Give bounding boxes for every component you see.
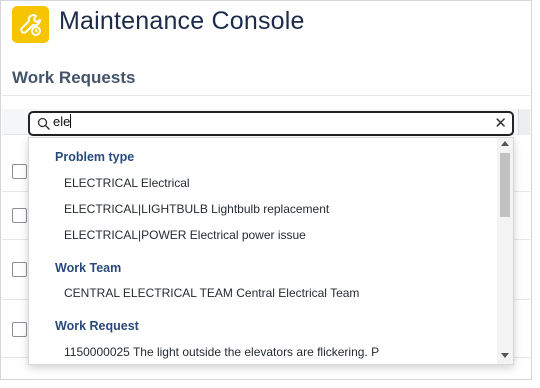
search-icon	[37, 117, 50, 130]
page-title: Work Requests	[12, 68, 136, 87]
header-divider	[2, 95, 530, 96]
group-heading-problem-type: Problem type	[55, 150, 135, 164]
search-suggestions-dropdown: Problem type ELECTRICAL Electrical ELECT…	[28, 137, 514, 365]
group-heading-work-request: Work Request	[55, 319, 139, 333]
row-checkbox[interactable]	[12, 262, 27, 277]
suggestion-item[interactable]: CENTRAL ELECTRICAL TEAM Central Electric…	[64, 286, 359, 300]
select-all-checkbox[interactable]	[12, 164, 27, 179]
row-checkbox[interactable]	[12, 208, 27, 223]
app-title: Maintenance Console	[59, 7, 305, 35]
scroll-down-arrow-icon[interactable]	[501, 353, 509, 358]
app-window: Maintenance Console Work Requests ele ✕ …	[0, 0, 532, 380]
suggestion-item[interactable]: ELECTRICAL|POWER Electrical power issue	[64, 228, 306, 242]
text-caret	[70, 114, 72, 128]
scroll-up-arrow-icon[interactable]	[501, 141, 509, 146]
group-heading-work-team: Work Team	[55, 261, 122, 275]
row-checkbox[interactable]	[12, 322, 27, 337]
suggestion-item[interactable]: 1150000025 The light outside the elevato…	[64, 345, 379, 359]
scrollbar-thumb[interactable]	[500, 153, 510, 217]
search-input[interactable]: ele	[53, 114, 483, 134]
search-input-value: ele	[53, 114, 71, 129]
toolbar-edge-tab[interactable]	[518, 109, 530, 135]
close-icon[interactable]: ✕	[494, 114, 507, 134]
search-field[interactable]: ele ✕	[28, 111, 514, 136]
dropdown-scrollbar[interactable]	[497, 138, 513, 364]
maintenance-tools-icon	[12, 6, 49, 43]
suggestion-item[interactable]: ELECTRICAL Electrical	[64, 176, 190, 190]
suggestion-item[interactable]: ELECTRICAL|LIGHTBULB Lightbulb replaceme…	[64, 202, 329, 216]
